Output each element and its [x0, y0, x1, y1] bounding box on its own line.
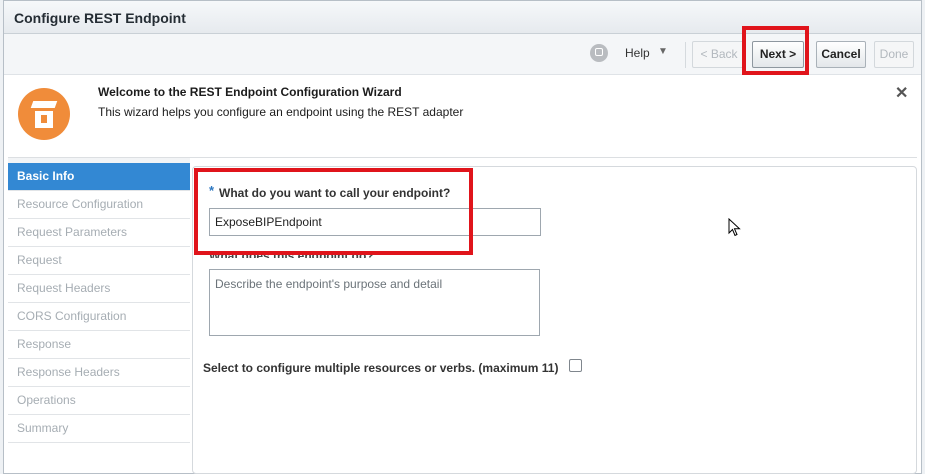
nav-item-request-parameters[interactable]: Request Parameters: [8, 219, 190, 247]
welcome-banner: Welcome to the REST Endpoint Configurati…: [8, 75, 917, 158]
wizard-step-nav: Basic Info Resource Configuration Reques…: [8, 163, 190, 443]
help-menu-label[interactable]: Help: [625, 46, 650, 60]
cancel-button[interactable]: Cancel: [816, 41, 866, 68]
toolbar-divider: [685, 42, 686, 68]
nav-item-request-headers[interactable]: Request Headers: [8, 275, 190, 303]
nav-item-operations[interactable]: Operations: [8, 387, 190, 415]
nav-item-summary[interactable]: Summary: [8, 415, 190, 443]
multiple-resources-label: Select to configure multiple resources o…: [203, 361, 559, 375]
nav-item-resource-configuration[interactable]: Resource Configuration: [8, 191, 190, 219]
wizard-icon: [18, 88, 70, 140]
mouse-pointer-icon: [728, 218, 741, 237]
nav-item-request[interactable]: Request: [8, 247, 190, 275]
dialog-title: Configure REST Endpoint: [14, 10, 186, 26]
welcome-title: Welcome to the REST Endpoint Configurati…: [98, 85, 402, 99]
close-icon[interactable]: ✕: [895, 83, 908, 103]
nav-item-basic-info[interactable]: Basic Info: [8, 163, 190, 191]
endpoint-description-textarea[interactable]: [209, 269, 540, 336]
nav-item-cors-configuration[interactable]: CORS Configuration: [8, 303, 190, 331]
screen: Configure REST Endpoint Help ▼ < Back Ne…: [0, 0, 925, 474]
nav-item-response[interactable]: Response: [8, 331, 190, 359]
multiple-resources-checkbox[interactable]: [569, 359, 582, 372]
endpoint-name-highlight: [194, 168, 473, 255]
next-button-highlight: [742, 26, 809, 75]
nav-item-response-headers[interactable]: Response Headers: [8, 359, 190, 387]
help-icon[interactable]: [590, 44, 608, 62]
chevron-down-icon[interactable]: ▼: [658, 46, 668, 57]
done-button[interactable]: Done: [874, 41, 914, 68]
back-button[interactable]: < Back: [692, 41, 746, 68]
welcome-description: This wizard helps you configure an endpo…: [98, 105, 464, 119]
